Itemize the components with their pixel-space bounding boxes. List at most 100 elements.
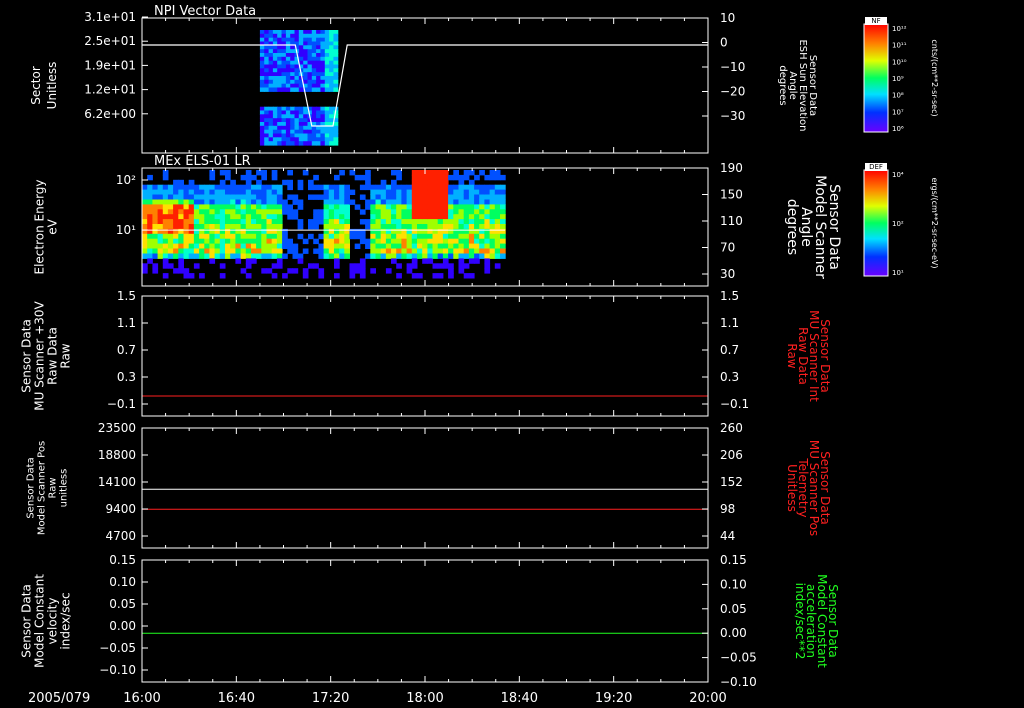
spectrogram-cell xyxy=(494,214,501,220)
spectrogram-cell xyxy=(230,253,236,259)
spectrogram-cell xyxy=(401,219,408,225)
spectrogram-cell xyxy=(468,179,475,186)
spectrogram-cell xyxy=(235,243,242,249)
spectrogram-cell xyxy=(453,204,459,210)
spectrogram-cell xyxy=(344,243,350,249)
spectrogram-cell xyxy=(311,37,317,43)
spectrogram-cell xyxy=(349,233,356,240)
spectrogram-cell xyxy=(178,204,184,210)
spectrogram-cell xyxy=(406,209,413,215)
spectrogram-cell xyxy=(294,125,300,131)
spectrogram-cell xyxy=(142,204,148,210)
left-axis-label: Sensor Data xyxy=(26,457,37,518)
spectrogram-cell xyxy=(328,224,335,230)
spectrogram-cell xyxy=(479,170,485,176)
spectrogram-cell xyxy=(290,53,296,58)
spectrogram-cell xyxy=(204,238,210,245)
right-tick-label: −0.05 xyxy=(720,651,757,665)
spectrogram-cell xyxy=(214,248,221,254)
spectrogram-cell xyxy=(259,137,265,142)
spectrogram-cell xyxy=(287,179,293,186)
spectrogram-cell xyxy=(282,253,288,259)
spectrogram-cell xyxy=(147,199,153,205)
spectrogram-cell xyxy=(277,137,283,142)
spectrogram-cell xyxy=(380,189,387,195)
spectrogram-cell xyxy=(256,189,262,195)
spectrogram-cell xyxy=(297,233,304,240)
spectrogram-cell xyxy=(422,199,428,205)
spectrogram-cell xyxy=(396,238,402,245)
spectrogram-cell xyxy=(437,263,444,269)
spectrogram-cell xyxy=(219,224,226,230)
spectrogram-cell xyxy=(401,238,408,245)
spectrogram-cell xyxy=(324,30,330,35)
left-axis-label: Model Constant xyxy=(33,574,47,668)
spectrogram-cell xyxy=(334,243,340,249)
spectrogram-cell xyxy=(142,219,148,225)
spectrogram-cell xyxy=(344,233,350,240)
spectrogram-cell xyxy=(334,233,340,240)
spectrogram-cell xyxy=(500,248,506,254)
spectrogram-cell xyxy=(259,53,265,58)
spectrogram-cell xyxy=(442,194,449,200)
spectrogram-cell xyxy=(266,268,273,274)
spectrogram-cell xyxy=(276,243,283,249)
spectrogram-cell xyxy=(380,204,387,210)
spectrogram-cell xyxy=(240,214,247,220)
spectrogram-cell xyxy=(318,273,325,279)
spectrogram-cell xyxy=(320,133,326,138)
spectrogram-cell xyxy=(285,106,291,112)
spectrogram-cell xyxy=(290,64,296,69)
spectrogram-cell xyxy=(339,204,345,210)
spectrogram-cell xyxy=(432,233,439,240)
spectrogram-cell xyxy=(406,214,413,220)
panel-3: 1.51.10.70.3−0.11.51.10.70.3−0.1Sensor D… xyxy=(20,289,832,417)
spectrogram-cell xyxy=(311,133,317,138)
spectrogram-cell xyxy=(489,194,496,200)
spectrogram-cell xyxy=(406,219,413,225)
spectrogram-cell xyxy=(308,224,314,230)
spectrogram-cell xyxy=(406,189,413,195)
spectrogram-cell xyxy=(344,204,350,210)
spectrogram-cell xyxy=(458,184,465,191)
spectrogram-cell xyxy=(494,233,501,240)
x-tick-label: 18:00 xyxy=(406,691,443,706)
spectrogram-cell xyxy=(328,209,335,215)
spectrogram-cell xyxy=(344,209,350,215)
spectrogram-cell xyxy=(385,233,392,240)
spectrogram-cell xyxy=(316,64,321,69)
spectrogram-cell xyxy=(282,238,288,245)
panel-frame xyxy=(141,295,709,417)
spectrogram-cell xyxy=(427,233,434,240)
spectrogram-cell xyxy=(427,204,434,210)
spectrogram-cell xyxy=(334,204,340,210)
spectrogram-cell xyxy=(320,141,326,146)
spectrogram-cell xyxy=(277,49,283,54)
spectrogram-cell xyxy=(324,79,330,85)
spectrogram-cell xyxy=(458,174,465,181)
spectrogram-cell xyxy=(240,233,247,240)
spectrogram-cell xyxy=(323,199,330,205)
spectrogram-cell xyxy=(240,194,247,200)
spectrogram-cell xyxy=(494,248,501,254)
right-tick-label: −0.1 xyxy=(720,397,749,411)
spectrogram-cell xyxy=(500,194,506,200)
spectrogram-cell xyxy=(261,174,267,181)
spectrogram-cell xyxy=(276,194,283,200)
panel-4: 235001880014100940047002602061529844Sens… xyxy=(26,421,832,549)
spectrogram-cell xyxy=(281,106,287,112)
spectrogram-cell xyxy=(329,72,334,77)
spectrogram-cell xyxy=(204,189,210,195)
spectrogram-cell xyxy=(285,68,291,73)
spectrogram-cell xyxy=(204,224,210,230)
spectrogram-cell xyxy=(307,53,313,58)
spectrogram-cell xyxy=(199,204,205,210)
colorbar-tick-label: 10⁴ xyxy=(892,171,904,179)
spectrogram-cell xyxy=(333,33,339,39)
spectrogram-cell xyxy=(214,243,221,249)
spectrogram-cell xyxy=(458,253,465,259)
spectrogram-cell xyxy=(311,106,317,112)
spectrogram-cell xyxy=(276,189,283,195)
spectrogram-cell xyxy=(303,141,309,146)
spectrogram-cell xyxy=(406,184,413,191)
